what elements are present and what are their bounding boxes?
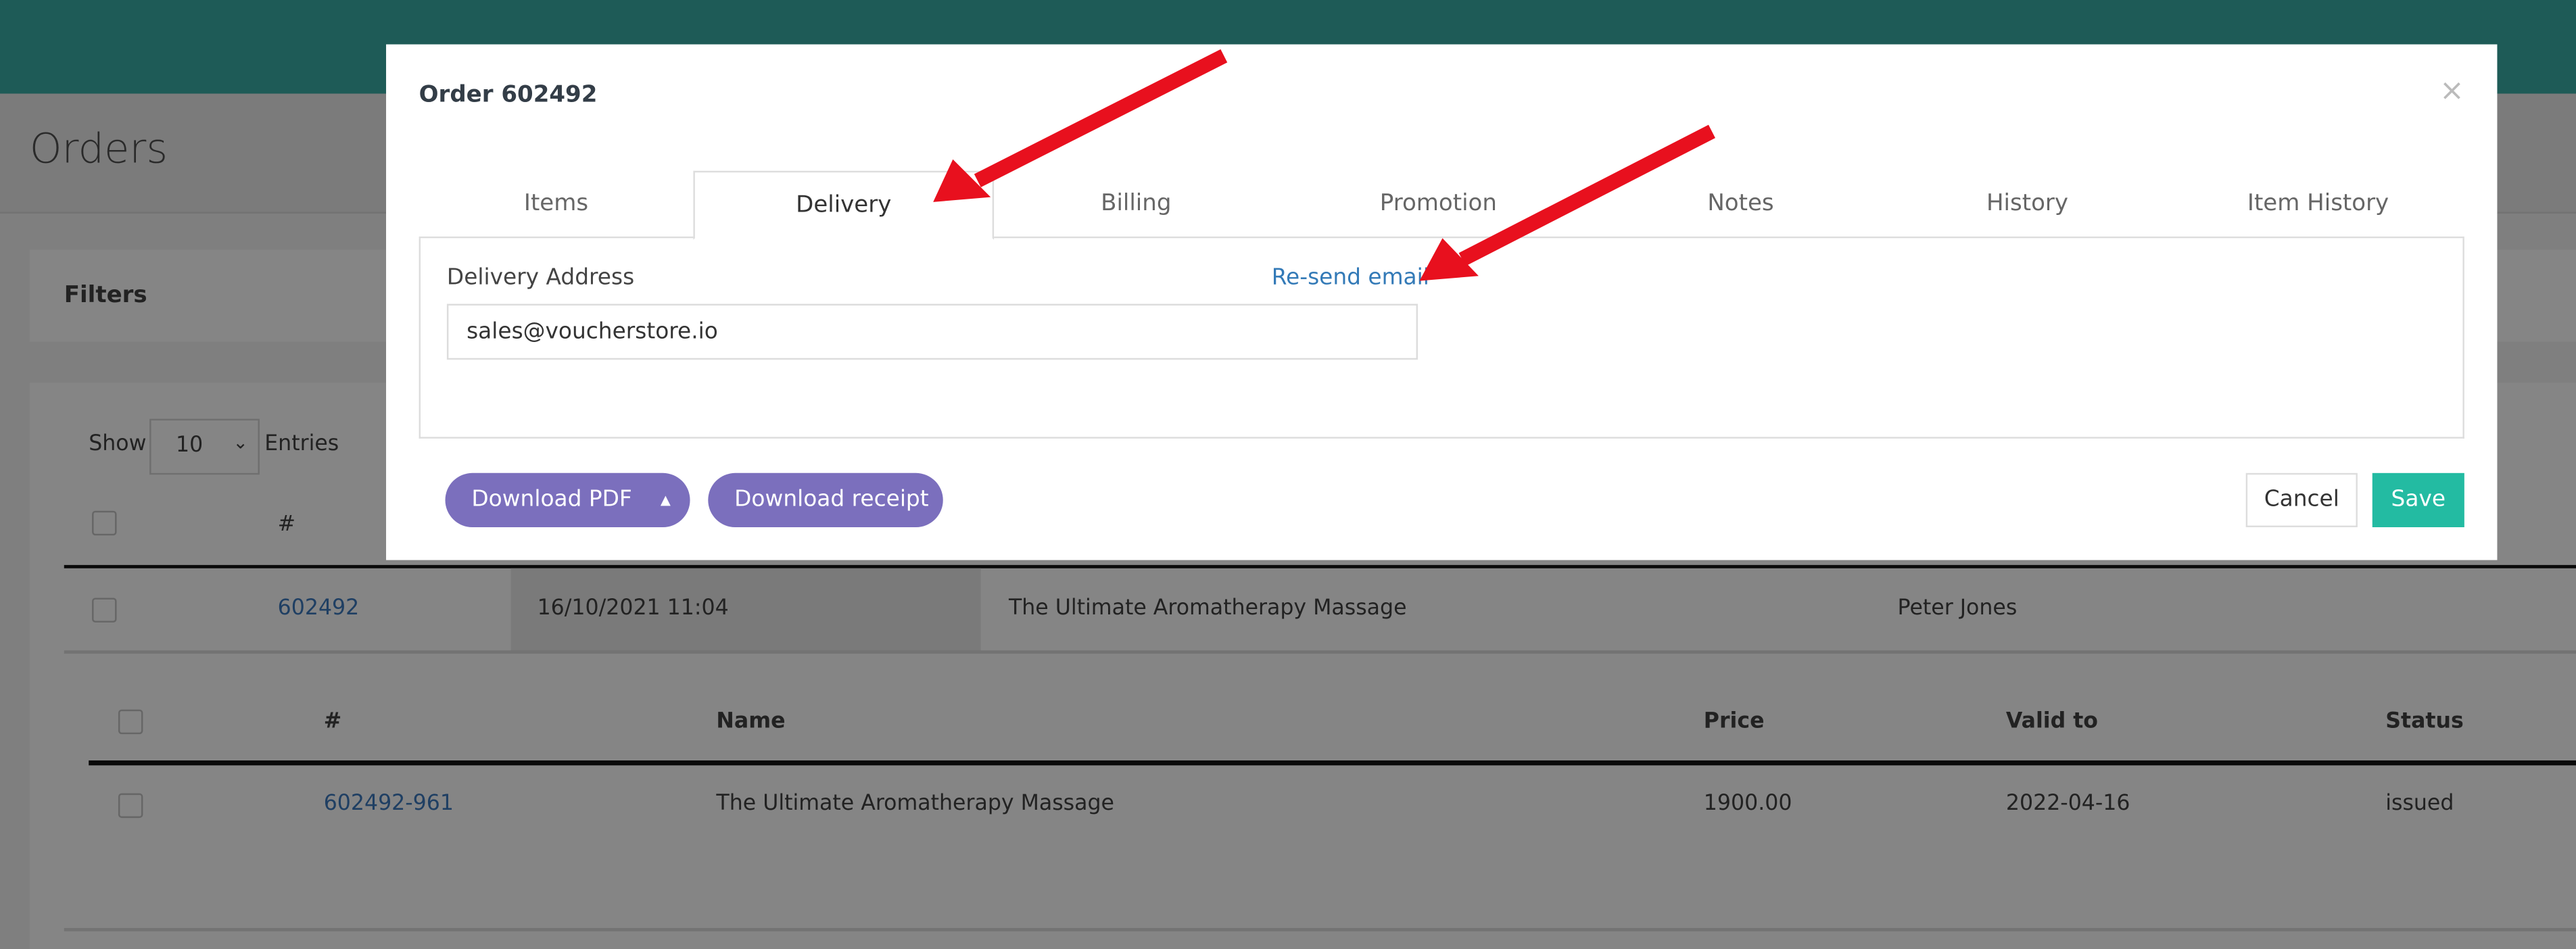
arrow-to-delivery-tab (933, 49, 1228, 202)
arrow-to-resend-email (1419, 124, 1715, 281)
app: Orders Filters Show 10 ⌄ Entries # 60249… (0, 0, 2576, 949)
annotation-arrows (933, 49, 1715, 281)
